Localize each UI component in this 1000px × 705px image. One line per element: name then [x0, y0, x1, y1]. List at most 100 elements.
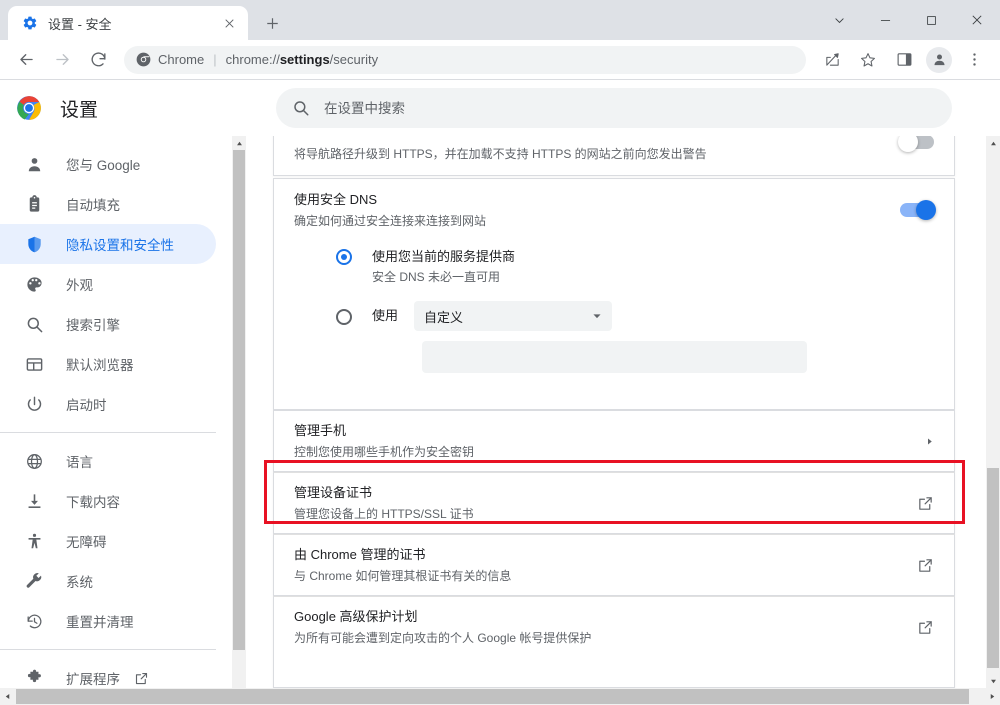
manage-phones-subtitle: 控制您使用哪些手机作为安全密钥 — [294, 444, 475, 459]
sidebar-label: 扩展程序 — [66, 672, 120, 687]
sidebar-item-system[interactable]: 系统 — [0, 561, 216, 601]
radio-current-provider[interactable] — [336, 249, 352, 265]
browser-window-icon — [24, 354, 44, 374]
settings-body: 您与 Google 自动填充 隐私设置和安全性 外观 搜索引擎 默认浏览器 启动… — [0, 136, 1000, 688]
manage-phones-row[interactable]: 管理手机 控制您使用哪些手机作为安全密钥 — [274, 411, 954, 471]
https-toggle[interactable] — [898, 136, 934, 152]
settings-content: 将导航路径升级到 HTTPS，并在加载不支持 HTTPS 的网站之前向您发出警告… — [246, 136, 986, 688]
dns-option-label: 使用您当前的服务提供商 — [372, 249, 516, 264]
dns-option-current-provider[interactable]: 使用您当前的服务提供商 安全 DNS 未必一直可用 — [274, 247, 954, 287]
sidebar-item-accessibility[interactable]: 无障碍 — [0, 521, 216, 561]
browser-tab[interactable]: 设置 - 安全 — [8, 6, 248, 40]
side-panel-icon[interactable] — [890, 46, 918, 74]
toggle-knob — [916, 200, 936, 220]
sidebar-item-privacy-and-security[interactable]: 隐私设置和安全性 — [0, 224, 216, 264]
manage-phones-control[interactable] — [925, 437, 934, 446]
sidebar-item-reset-and-cleanup[interactable]: 重置并清理 — [0, 601, 216, 641]
external-link-icon[interactable] — [917, 557, 934, 574]
dns-custom-label: 使用 — [372, 308, 399, 323]
secure-dns-toggle[interactable] — [900, 200, 936, 220]
new-tab-button[interactable] — [258, 9, 286, 37]
chrome-logo-icon — [16, 95, 42, 121]
chrome-managed-certs-row[interactable]: 由 Chrome 管理的证书 与 Chrome 如何管理其根证书有关的信息 — [274, 535, 954, 595]
omnibox-separator: | — [213, 52, 217, 67]
dns-option-custom[interactable]: 使用 自定义 — [274, 301, 954, 331]
secure-dns-title: 使用安全 DNS — [294, 191, 378, 207]
sidebar-item-you-and-google[interactable]: 您与 Google — [0, 144, 216, 184]
horizontal-scrollbar-thumb[interactable] — [16, 689, 969, 704]
chrome-managed-certs-card: 由 Chrome 管理的证书 与 Chrome 如何管理其根证书有关的信息 — [273, 534, 955, 596]
dns-custom-row: 使用 自定义 — [372, 301, 613, 331]
sidebar-item-autofill[interactable]: 自动填充 — [0, 184, 216, 224]
reload-icon[interactable] — [84, 46, 112, 74]
close-window-button[interactable] — [954, 0, 1000, 40]
palette-icon — [24, 274, 44, 294]
sidebar-item-appearance[interactable]: 外观 — [0, 264, 216, 304]
advanced-protection-control[interactable] — [917, 619, 934, 636]
forward-icon[interactable] — [48, 46, 76, 74]
content-scrollbar[interactable] — [986, 136, 1000, 688]
sidebar-label: 搜索引擎 — [66, 318, 120, 333]
person-icon — [24, 154, 44, 174]
sidebar-label: 下载内容 — [66, 495, 120, 510]
chrome-managed-certs-control[interactable] — [917, 557, 934, 574]
sidebar-label: 重置并清理 — [66, 615, 134, 630]
advanced-protection-row[interactable]: Google 高级保护计划 为所有可能会遭到定向攻击的个人 Google 帐号提… — [274, 597, 954, 657]
star-icon[interactable] — [854, 46, 882, 74]
sidebar-item-search-engine[interactable]: 搜索引擎 — [0, 304, 216, 344]
content-scrollbar-thumb[interactable] — [987, 468, 999, 668]
manage-device-certs-control[interactable] — [917, 495, 934, 512]
horizontal-scrollbar[interactable] — [0, 688, 1000, 705]
browser-window: 设置 - 安全 Chrome | chrome://settings/secur… — [0, 0, 1000, 705]
sidebar-item-downloads[interactable]: 下载内容 — [0, 481, 216, 521]
sidebar-item-languages[interactable]: 语言 — [0, 441, 216, 481]
secure-dns-text: 使用安全 DNS 确定如何通过安全连接来连接到网站 — [294, 190, 884, 231]
minimize-button[interactable] — [862, 0, 908, 40]
maximize-button[interactable] — [908, 0, 954, 40]
advanced-protection-text: Google 高级保护计划 为所有可能会遭到定向攻击的个人 Google 帐号提… — [294, 607, 901, 648]
close-icon[interactable] — [220, 14, 238, 32]
https-row[interactable]: 将导航路径升级到 HTTPS，并在加载不支持 HTTPS 的网站之前向您发出警告 — [274, 136, 954, 176]
sidebar-scrollbar-thumb[interactable] — [233, 150, 245, 650]
sidebar-scrollbar[interactable] — [232, 136, 246, 688]
scroll-down-arrow-icon[interactable] — [986, 674, 1000, 688]
manage-device-certs-subtitle: 管理您设备上的 HTTPS/SSL 证书 — [294, 506, 474, 521]
secure-dns-subtitle: 确定如何通过安全连接来连接到网站 — [294, 213, 487, 228]
url-bold-part: settings — [279, 52, 330, 67]
dns-provider-select[interactable]: 自定义 — [414, 301, 613, 331]
settings-search-box[interactable] — [276, 88, 952, 128]
external-link-icon[interactable] — [917, 495, 934, 512]
window-controls — [816, 0, 1000, 40]
scroll-up-arrow-icon[interactable] — [232, 136, 246, 150]
dns-option-text: 使用您当前的服务提供商 安全 DNS 未必一直可用 — [372, 247, 515, 287]
chrome-icon — [136, 52, 151, 67]
https-row-subtitle: 将导航路径升级到 HTTPS，并在加载不支持 HTTPS 的网站之前向您发出警告 — [294, 146, 707, 161]
manage-phones-text: 管理手机 控制您使用哪些手机作为安全密钥 — [294, 421, 909, 462]
sidebar-label: 默认浏览器 — [66, 358, 134, 373]
power-icon — [24, 394, 44, 414]
sidebar-item-on-startup[interactable]: 启动时 — [0, 384, 216, 424]
puzzle-icon — [24, 668, 44, 688]
tab-search-icon[interactable] — [816, 0, 862, 40]
secure-dns-toggle-control[interactable] — [900, 200, 936, 220]
radio-custom-provider[interactable] — [336, 309, 352, 325]
dns-custom-input-wrap — [274, 341, 954, 373]
share-icon[interactable] — [818, 46, 846, 74]
manage-device-certs-row[interactable]: 管理设备证书 管理您设备上的 HTTPS/SSL 证书 — [274, 473, 954, 533]
secure-dns-header-row[interactable]: 使用安全 DNS 确定如何通过安全连接来连接到网站 — [274, 179, 954, 241]
sidebar-item-extensions[interactable]: 扩展程序 — [0, 658, 216, 688]
external-link-icon[interactable] — [917, 619, 934, 636]
scroll-up-arrow-icon[interactable] — [986, 136, 1000, 150]
sidebar-item-default-browser[interactable]: 默认浏览器 — [0, 344, 216, 384]
external-link-icon — [134, 671, 149, 686]
search-input[interactable] — [324, 100, 936, 116]
address-bar[interactable]: Chrome | chrome://settings/security — [124, 45, 806, 74]
three-dot-menu-icon[interactable] — [960, 46, 988, 74]
manage-device-certs-card: 管理设备证书 管理您设备上的 HTTPS/SSL 证书 — [273, 472, 955, 534]
toggle-knob — [898, 136, 918, 152]
scroll-left-arrow-icon[interactable] — [0, 688, 15, 705]
dns-custom-input[interactable] — [422, 341, 807, 373]
profile-avatar[interactable] — [926, 46, 952, 73]
back-icon[interactable] — [12, 46, 40, 74]
scroll-right-arrow-icon[interactable] — [985, 688, 1000, 705]
